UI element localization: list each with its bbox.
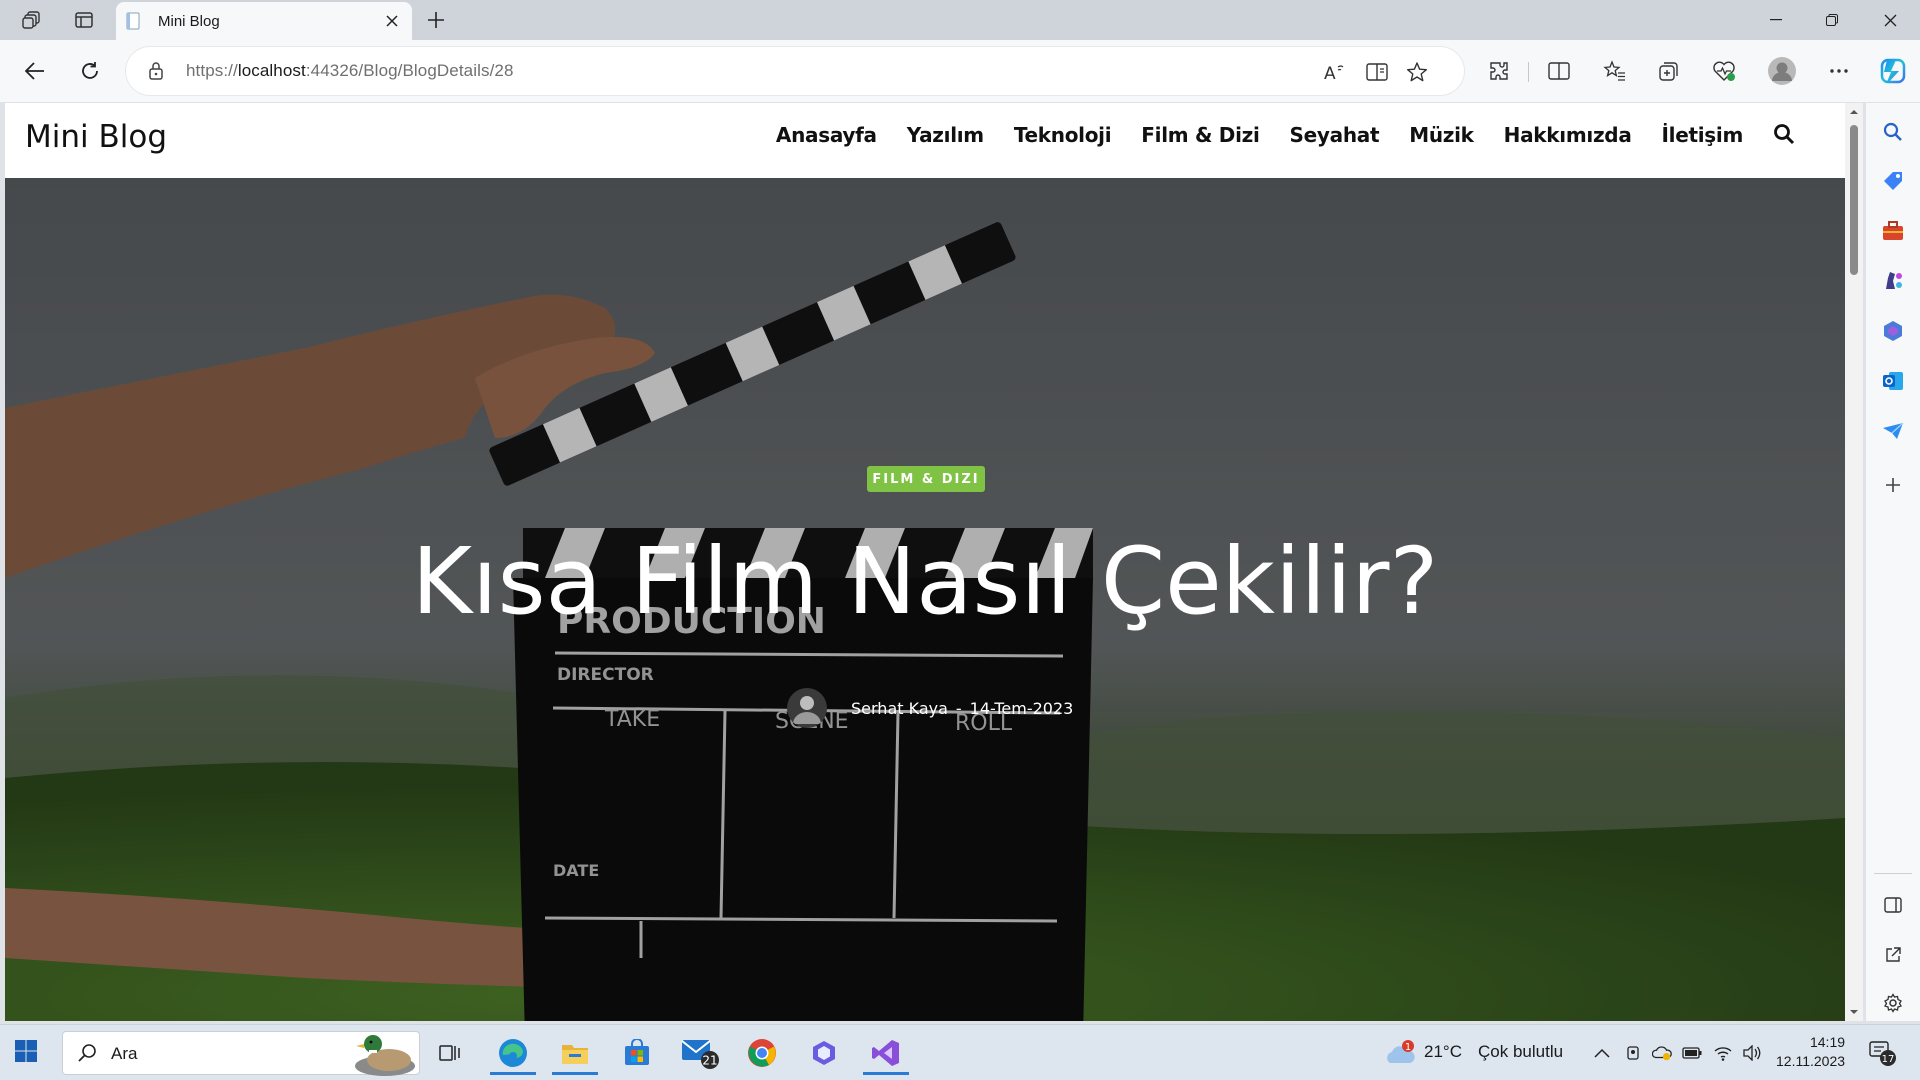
nav-item-film-dizi[interactable]: Film & Dizi: [1141, 123, 1260, 147]
weather-alert-count: 1: [1405, 1042, 1411, 1053]
category-badge[interactable]: FILM & DIZI: [867, 466, 985, 492]
back-icon[interactable]: [18, 54, 52, 88]
toolbar-divider: [1528, 62, 1529, 82]
search-icon[interactable]: [1773, 123, 1797, 147]
taskbar-search-text: Ara: [111, 1044, 138, 1063]
taskbar-search[interactable]: Ara: [62, 1031, 420, 1076]
refresh-icon[interactable]: [73, 54, 107, 88]
restore-icon[interactable]: [1804, 0, 1860, 40]
settings-icon[interactable]: [1879, 989, 1907, 1017]
author-name[interactable]: Serhat Kaya: [851, 699, 948, 718]
file-explorer-icon[interactable]: [550, 1031, 600, 1075]
weather-desc[interactable]: Çok bulutlu: [1478, 1042, 1563, 1062]
svg-text:A: A: [1324, 64, 1336, 81]
close-icon[interactable]: [382, 11, 402, 31]
favorite-star-icon[interactable]: [1404, 59, 1430, 85]
browser-toolbar: https://localhost:44326/Blog/BlogDetails…: [0, 40, 1920, 102]
mail-icon[interactable]: 21: [675, 1031, 725, 1075]
search-highlight-duck: [355, 1035, 415, 1076]
nav-item-anasayfa[interactable]: Anasayfa: [776, 123, 877, 147]
weather-icon[interactable]: 1: [1384, 1039, 1418, 1069]
taskbar-clock[interactable]: 14:19 12.11.2023: [1776, 1033, 1845, 1071]
page-icon: [126, 12, 142, 30]
edge-sidebar: [1866, 103, 1920, 1021]
battery-icon[interactable]: [1682, 1043, 1702, 1063]
copilot-icon[interactable]: [1876, 54, 1910, 88]
open-external-icon[interactable]: [1879, 941, 1907, 969]
meet-icon[interactable]: [1623, 1043, 1643, 1063]
tools-icon[interactable]: [1879, 217, 1907, 245]
minimize-icon[interactable]: [1748, 0, 1804, 40]
read-aloud-icon[interactable]: A: [1322, 59, 1348, 85]
m365-icon[interactable]: [1879, 317, 1907, 345]
search-icon[interactable]: [1879, 118, 1907, 146]
store-icon[interactable]: [612, 1031, 662, 1075]
tab-title: Mini Blog: [158, 12, 220, 30]
address-bar[interactable]: https://localhost:44326/Blog/BlogDetails…: [126, 47, 1464, 95]
lock-icon[interactable]: [148, 61, 166, 81]
main-nav: Anasayfa Yazılım Teknoloji Film & Dizi S…: [746, 123, 1797, 147]
search-icon: [77, 1042, 101, 1066]
task-view-icon[interactable]: [425, 1031, 475, 1075]
mail-badge: 21: [702, 1054, 717, 1068]
nav-item-yazilim[interactable]: Yazılım: [907, 123, 984, 147]
extensions-icon[interactable]: [1482, 54, 1516, 88]
notification-count: 17: [1882, 1054, 1895, 1065]
wifi-icon[interactable]: [1713, 1043, 1733, 1063]
weather-temp[interactable]: 21°C: [1424, 1042, 1462, 1062]
page-viewport: Mini Blog Anasayfa Yazılım Teknoloji Fil…: [5, 103, 1845, 1021]
clock-date: 12.11.2023: [1776, 1053, 1846, 1069]
visual-studio-icon[interactable]: [861, 1031, 911, 1075]
nav-item-muzik[interactable]: Müzik: [1409, 123, 1474, 147]
scroll-down-icon: [1850, 1010, 1858, 1014]
clock-time: 14:19: [1809, 1034, 1846, 1050]
sidebar-toggle-icon[interactable]: [1879, 891, 1907, 919]
notifications-icon[interactable]: 17: [1868, 1039, 1898, 1067]
taskbar: Ara 21 1 21°C Çok bulutlu 14:19 12.11.20…: [0, 1024, 1920, 1080]
author-avatar[interactable]: [787, 688, 827, 728]
close-icon[interactable]: [1862, 0, 1918, 40]
url-text: https://localhost:44326/Blog/BlogDetails…: [186, 61, 514, 80]
edge-icon[interactable]: [488, 1031, 538, 1075]
workspaces-icon[interactable]: [16, 6, 48, 34]
drop-icon[interactable]: [1879, 417, 1907, 445]
favorites-icon[interactable]: [1598, 54, 1632, 88]
more-icon[interactable]: [1822, 54, 1856, 88]
games-icon[interactable]: [1879, 267, 1907, 295]
collections-icon[interactable]: [1652, 54, 1686, 88]
nav-item-hakkimizda[interactable]: Hakkımızda: [1504, 123, 1632, 147]
shopping-icon[interactable]: [1879, 167, 1907, 195]
nav-item-iletisim[interactable]: İletişim: [1662, 123, 1744, 147]
immersive-reader-icon[interactable]: [1364, 59, 1390, 85]
nav-item-teknoloji[interactable]: Teknoloji: [1014, 123, 1112, 147]
tab-strip: Mini Blog: [0, 0, 1920, 40]
chevron-up-icon[interactable]: [1592, 1043, 1612, 1063]
chrome-icon[interactable]: [737, 1031, 787, 1075]
profile-icon[interactable]: [1765, 54, 1799, 88]
split-screen-icon[interactable]: [1542, 54, 1576, 88]
hero-section: PRODUCTION DIRECTOR TAKE SCENE ROLL DATE…: [5, 178, 1845, 1021]
active-tab[interactable]: Mini Blog: [116, 2, 412, 40]
page-scrollbar[interactable]: [1845, 103, 1863, 1021]
scroll-up-icon: [1850, 110, 1858, 114]
scrollbar-thumb[interactable]: [1850, 125, 1858, 275]
meta-separator: -: [955, 698, 962, 718]
tab-actions-icon[interactable]: [68, 6, 100, 34]
plus-icon[interactable]: [420, 6, 452, 34]
windows-start-icon[interactable]: [14, 1039, 42, 1067]
sidebar-divider: [1874, 873, 1912, 874]
onedrive-icon[interactable]: [1652, 1043, 1672, 1063]
site-header: Mini Blog Anasayfa Yazılım Teknoloji Fil…: [5, 103, 1845, 178]
add-icon[interactable]: [1879, 471, 1907, 499]
post-meta: Serhat Kaya - 14-Tem-2023: [787, 688, 1073, 728]
copilot-app-icon[interactable]: [799, 1031, 849, 1075]
post-title: Kısa Film Nasıl Çekilir?: [411, 528, 1439, 635]
nav-item-seyahat[interactable]: Seyahat: [1290, 123, 1380, 147]
post-date: 14-Tem-2023: [969, 698, 1074, 718]
browser-essentials-icon[interactable]: [1707, 54, 1741, 88]
site-brand[interactable]: Mini Blog: [25, 119, 167, 155]
volume-icon[interactable]: [1742, 1043, 1762, 1063]
outlook-icon[interactable]: [1879, 367, 1907, 395]
